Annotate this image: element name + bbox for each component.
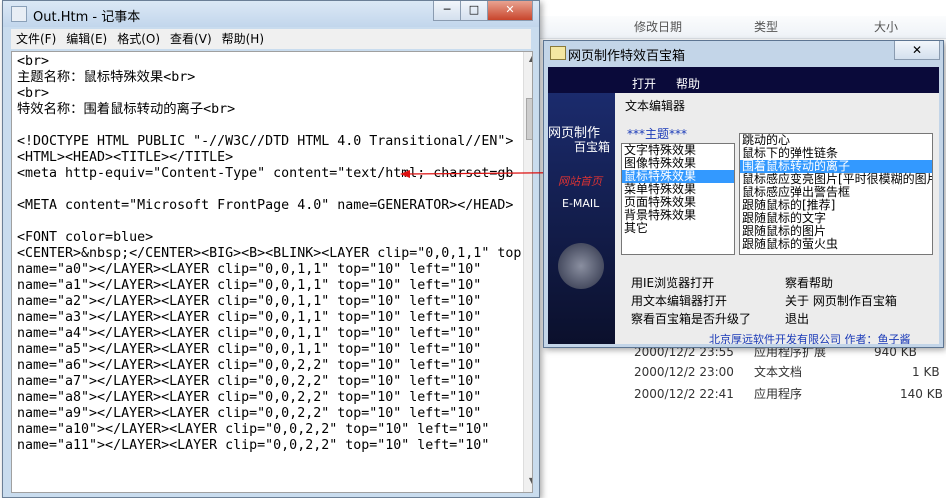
exit-option[interactable]: 退出 [785,311,809,328]
effect-list[interactable]: 跳动的心 鼠标下的弹性链条 围着鼠标转动的离子 鼠标感应变亮图片[平时很模糊的图… [739,133,933,255]
column-header-bar: 修改日期 类型 大小 [538,16,946,39]
menu-edit[interactable]: 编辑(E) [61,29,112,49]
file-date: 2000/12/2 23:00 [634,365,734,379]
baobox-titlebar[interactable]: 网页制作特效百宝箱 ✕ [544,41,943,65]
notepad-titlebar[interactable]: Out.Htm - 记事本 ─ □ ✕ [3,1,539,27]
side-banner: 网页制作 百宝箱 网站首页 E-MAIL [548,93,615,344]
copyright-footer: 北京厚远软件开发有限公司 作者：鱼子酱 [709,333,911,344]
menu-open[interactable]: 打开 [632,75,656,92]
text-editor[interactable]: <br> 主题名称：鼠标特殊效果<br> <br> 特效名称：围着鼠标转动的离子… [11,51,533,493]
panel-title: 文本编辑器 [625,99,686,113]
baobox-menu-bar: 打开 帮助 [548,67,939,93]
category-list[interactable]: 文字特殊效果 图像特殊效果 鼠标特殊效果 菜单特殊效果 页面特殊效果 背景特殊效… [621,143,735,255]
close-button[interactable]: ✕ [894,41,940,60]
scroll-thumb[interactable] [526,98,532,140]
menu-help[interactable]: 帮助 [676,75,700,92]
open-in-ie-option[interactable]: 用IE浏览器打开 [631,275,714,292]
list-item[interactable]: 其它 [622,222,734,235]
banner-subtitle: 百宝箱 [574,140,611,154]
file-type: 文本文档 [754,365,803,379]
list-item[interactable]: 跟随鼠标的萤火虫 [740,238,932,251]
notepad-icon [11,6,27,22]
file-type: 应用程序 [754,387,803,401]
column-type[interactable]: 类型 [754,16,778,38]
file-date: 2000/12/2 22:41 [634,387,734,401]
scroll-up-arrow-icon[interactable]: ▲ [526,54,532,66]
menu-format[interactable]: 格式(O) [112,29,165,49]
baobox-window: 网页制作特效百宝箱 ✕ 打开 帮助 网页制作 百宝箱 网站首页 E-MAIL 文… [543,40,944,348]
effects-panel: 文本编辑器 ***主题*** 文字特殊效果 图像特殊效果 鼠标特殊效果 菜单特殊… [615,93,939,344]
open-in-editor-option[interactable]: 用文本编辑器打开 [631,293,727,310]
column-date[interactable]: 修改日期 [634,16,682,38]
menu-bar: 文件(F) 编辑(E) 格式(O) 查看(V) 帮助(H) [11,29,531,49]
spiral-ornament-icon [558,243,604,289]
baobox-body: 打开 帮助 网页制作 百宝箱 网站首页 E-MAIL 文本编辑器 ***主题**… [548,67,939,344]
file-size: 1 KB [912,365,940,379]
arrow-head-icon [400,170,410,178]
menu-file[interactable]: 文件(F) [11,29,61,49]
view-help-option[interactable]: 察看帮助 [785,275,833,292]
menu-help[interactable]: 帮助(H) [217,29,269,49]
window-title: Out.Htm - 记事本 [33,10,141,25]
notepad-window: Out.Htm - 记事本 ─ □ ✕ 文件(F) 编辑(E) 格式(O) 查看(V)… [2,0,540,498]
category-header: ***主题*** [627,127,688,141]
email-link[interactable]: E-MAIL [562,197,599,210]
vertical-scrollbar[interactable]: ▲ ▼ [523,52,532,492]
minimize-button[interactable]: ─ [433,1,461,21]
home-link[interactable]: 网站首页 [558,173,602,189]
window-title: 网页制作特效百宝箱 [568,49,686,64]
check-upgrade-option[interactable]: 察看百宝箱是否升级了 [631,311,751,328]
about-option[interactable]: 关于 网页制作百宝箱 [785,293,897,310]
editor-content[interactable]: <br> 主题名称：鼠标特殊效果<br> <br> 特效名称：围着鼠标转动的离子… [17,54,521,454]
file-size: 140 KB [900,387,943,401]
menu-view[interactable]: 查看(V) [165,29,217,49]
maximize-button[interactable]: □ [460,1,488,21]
close-button[interactable]: ✕ [487,1,533,21]
column-size[interactable]: 大小 [874,16,898,38]
app-icon [550,46,566,60]
scroll-down-arrow-icon[interactable]: ▼ [526,476,532,488]
